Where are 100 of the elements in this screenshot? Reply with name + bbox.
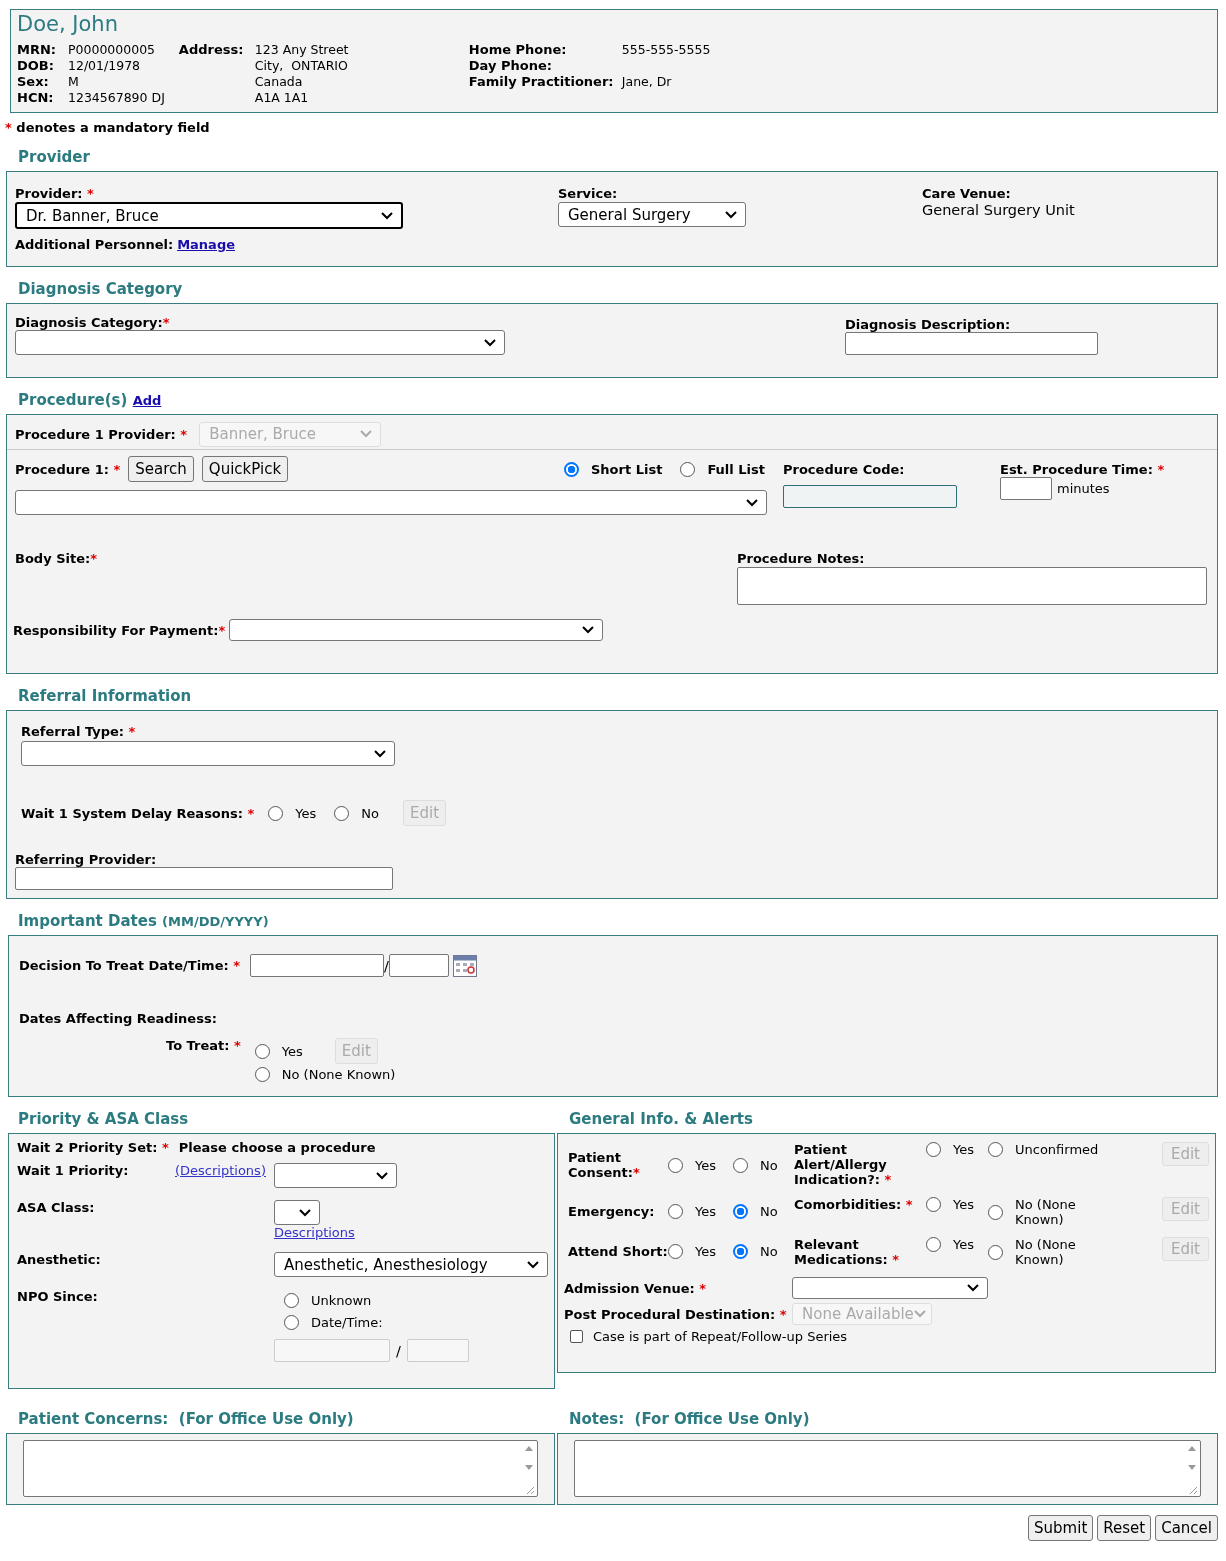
field-label: Anesthetic: [17,1252,102,1267]
action-button[interactable]: Submit [1028,1515,1094,1541]
radio-label: No (None Known) [1015,1197,1077,1227]
field-label: Responsibility For Payment:* [13,622,226,638]
unit-label: minutes [1057,481,1110,496]
info-value: 12/01/1978 [68,58,141,74]
caret-icon [746,498,758,507]
field-label: Diagnosis Description: [845,317,1011,332]
notes-field[interactable] [737,567,1207,605]
section-title: Patient Concerns: [18,1410,169,1428]
radio-button[interactable] [668,1157,683,1173]
field-label: Service: [558,186,618,201]
radio-label: No [760,1243,779,1259]
field-label: Referring Provider: [15,852,157,867]
action-button[interactable]: Cancel [1155,1515,1218,1541]
radio-button[interactable] [334,805,350,821]
section-note: (For Office Use Only) [178,1410,354,1428]
radio-button[interactable] [733,1204,748,1220]
radio-button[interactable] [668,1204,683,1220]
procedure-code-field[interactable] [783,485,957,508]
priority-value: Please choose a procedure [178,1140,376,1155]
info-label: Family Practitioner: [468,74,615,90]
field-label: Procedure 1 Provider: * [15,426,188,442]
radio-button[interactable] [733,1243,748,1259]
add-link[interactable]: Add [132,393,162,408]
field-label: Procedure 1: * [15,461,121,477]
payment-dropdown[interactable] [229,619,604,641]
caret-icon [582,626,595,634]
time-field[interactable] [1000,477,1052,500]
asa-class-dropdown[interactable] [274,1200,320,1225]
wait-priority-dropdown[interactable] [274,1163,397,1188]
section-title: Provider [18,148,91,166]
info-label: Home Phone: [468,42,568,58]
descriptions-link[interactable]: Descriptions [274,1225,355,1240]
manage-link[interactable]: Manage [177,237,235,252]
calendar-icon[interactable] [452,954,477,977]
checkbox-label: Case is part of Repeat/Follow-up Series [593,1329,848,1344]
procedure-button[interactable]: Search [128,456,194,482]
radio-button[interactable] [988,1142,1003,1157]
caret-icon [360,430,373,438]
radio-label: Yes [295,805,317,821]
caret-icon [381,211,393,220]
descriptions-link[interactable]: (Descriptions) [175,1163,274,1178]
description-field[interactable] [845,332,1098,355]
radio-button[interactable] [254,1043,270,1059]
address-line: A1A 1A1 [254,90,310,106]
service-dropdown[interactable]: General Surgery [558,202,746,227]
radio-button[interactable] [668,1243,683,1259]
info-label: HCN: [17,90,55,106]
radio-button[interactable] [254,1067,270,1082]
text-area[interactable] [23,1440,538,1497]
action-button[interactable]: Reset [1097,1515,1152,1541]
field-label: Diagnosis Category:* [15,315,170,330]
separator: / [396,1342,401,1359]
radio-button[interactable] [680,461,696,477]
caret-icon [374,749,386,758]
radio-button[interactable] [284,1314,299,1330]
info-value: P0000000005 [68,42,156,58]
radio-label: No [760,1157,779,1173]
field-label: Post Procedural Destination: * [564,1306,788,1322]
radio-label: Yes [953,1237,974,1252]
radio-button[interactable] [563,461,579,477]
address-line: Canada [254,74,304,90]
diagnosis-dropdown[interactable] [15,330,505,355]
field-label: Care Venue: [922,186,1011,201]
radio-button[interactable] [988,1244,1003,1260]
procedure-dropdown[interactable] [15,490,767,515]
anesthetic-dropdown[interactable]: Anesthetic, Anesthesiology [274,1252,548,1277]
field-label: Wait 2 Priority Set: * [17,1140,169,1155]
text-area[interactable] [574,1440,1201,1497]
time-field[interactable] [388,954,449,977]
referral-type-dropdown[interactable] [21,741,395,766]
radio-button[interactable] [926,1237,941,1252]
radio-label: Unknown [311,1292,372,1308]
radio-button[interactable] [284,1292,299,1308]
checkbox[interactable] [570,1330,583,1343]
radio-button[interactable] [988,1204,1003,1220]
date-field[interactable] [250,954,385,977]
field-label: Emergency: [568,1204,656,1220]
radio-button[interactable] [268,805,284,821]
radio-label: No [760,1204,779,1220]
procedure-button[interactable]: QuickPick [201,456,289,482]
admission-venue-dropdown[interactable] [792,1277,988,1299]
radio-button[interactable] [733,1157,748,1173]
date-field[interactable] [274,1339,390,1362]
radio-label: Yes [695,1243,715,1259]
radio-label: Date/Time: [311,1314,383,1330]
referring-provider-field[interactable] [15,867,393,890]
caret-icon [376,1171,388,1180]
field-label: Admission Venue: * [564,1280,708,1296]
info-value: 555-555-5555 [621,42,711,58]
field-label: Decision To Treat Date/Time: * [19,958,241,973]
time-field[interactable] [406,1339,469,1362]
provider-dropdown[interactable]: Dr. Banner, Bruce [15,202,403,229]
section-title: Diagnosis Category [18,280,184,298]
radio-button[interactable] [926,1197,941,1212]
info-value: M [68,74,79,90]
separator: / [384,957,389,974]
radio-button[interactable] [926,1142,941,1157]
field-label: Wait 1 System Delay Reasons: * [21,805,255,821]
